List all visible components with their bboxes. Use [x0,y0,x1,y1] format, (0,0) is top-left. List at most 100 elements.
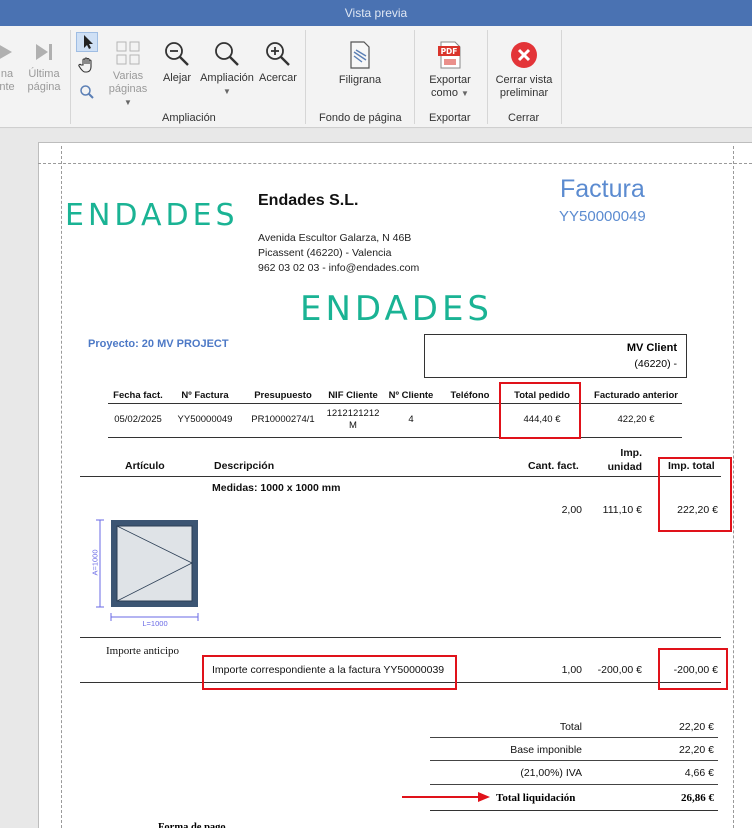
items-divider [80,637,721,638]
project-label: Proyecto: 20 MV PROJECT [88,338,229,350]
col-header-nif: NIF Cliente [328,390,378,401]
group-label-zoom: Ampliación [162,112,216,124]
payment-method-label: Forma de pago [158,822,226,828]
table-divider [108,403,682,404]
company-logo-center: ENDADES [300,289,494,329]
close-icon [511,42,537,68]
pdf-icon: PDF [438,41,461,69]
zoom-tool-button[interactable] [79,84,95,100]
grid-pages-icon [116,41,140,65]
arrow-annotation-icon [400,790,492,804]
item-cant: 2,00 [561,504,582,516]
highlight-advance-description [202,655,457,690]
base-label: Base imponible [510,744,582,756]
items-header-imp-unidad: Imp. unidad [607,447,642,473]
chevron-down-icon: ▼ [223,87,231,96]
export-as-button[interactable]: PDF Exportar como ▼ [420,40,480,100]
window-title: Vista previa [0,0,752,26]
close-preview-button[interactable]: Cerrar vista preliminar [490,40,558,100]
advance-cant: 1,00 [561,664,582,676]
highlight-total-pedido [499,382,581,439]
group-label-export: Exportar [429,112,471,124]
value-facturado-anterior: 422,20 € [617,414,655,425]
magnifier-icon [215,42,239,66]
totals-divider [430,737,718,738]
company-address: Avenida Escultor Galarza, N 46B Picassen… [258,232,420,274]
margin-guide [61,146,62,828]
total-label: Total [559,721,582,733]
cursor-arrow-icon [84,35,93,49]
value-nif: 1212121212 M [326,408,380,431]
iva-label: (21,00%) IVA [520,767,582,779]
item-measures: Medidas: 1000 x 1000 mm [212,482,341,494]
value-presupuesto: PR10000274/1 [251,414,315,425]
chevron-down-icon: ▼ [461,89,469,98]
totals-divider [430,810,718,811]
client-postal: (46220) - [634,358,677,370]
company-name: Endades S.L. [258,192,359,209]
items-divider [80,476,721,477]
watermark-button[interactable]: Filigrana [330,40,390,87]
item-unit-price: 111,10 € [602,504,642,516]
window-drawing [86,516,206,632]
zoom-in-icon [266,42,290,66]
total-value: 22,20 € [678,721,714,733]
client-box [424,334,687,378]
highlight-advance-total [658,648,728,690]
company-logo: ENDADES [65,198,239,233]
zoom-in-button[interactable]: Acercar [256,40,300,85]
client-name: MV Client [626,342,677,354]
iva-value: 4,66 € [684,767,714,779]
totals-divider [430,760,718,761]
invoice-title: Factura [560,175,645,203]
hand-tool-button[interactable] [78,56,96,74]
zoom-out-button[interactable]: Alejar [158,40,196,85]
base-value: 22,20 € [678,744,714,756]
zoom-button[interactable]: Ampliación ▼ [198,40,256,98]
margin-guide [38,163,752,164]
dimension-width: L=1000 [142,619,168,628]
margin-guide [733,146,734,828]
ribbon-separator [305,30,306,124]
ribbon-separator [561,30,562,124]
hand-icon [78,57,92,73]
previous-page-button[interactable]: na nte [0,40,18,94]
table-divider [108,437,682,438]
multiple-pages-button[interactable]: Varias páginas ▼ [104,40,152,109]
items-header-articulo: Artículo [125,460,165,472]
col-header-fecha: Fecha fact. [113,390,163,401]
chevron-down-icon: ▼ [124,98,132,107]
pdf-badge: PDF [441,47,458,56]
small-zoom-icon [80,85,94,99]
play-icon [0,45,12,59]
last-page-icon [36,44,52,60]
col-header-facturado: Facturado anterior [594,390,678,401]
total-liquidacion-value: 26,86 € [681,792,714,804]
items-header-descripcion: Descripción [214,460,275,472]
col-header-presupuesto: Presupuesto [254,390,312,401]
zoom-out-icon [165,42,189,66]
value-fecha: 05/02/2025 [114,414,162,425]
totals-divider [430,784,718,785]
pointer-tool-button[interactable] [76,32,98,52]
advance-unit: -200,00 € [597,664,642,676]
advance-section-label: Importe anticipo [106,645,180,657]
ribbon-separator [70,30,71,124]
last-page-button[interactable]: Última página [24,40,64,94]
dimension-height: A=1000 [90,549,100,576]
items-header-cant: Cant. fact. [528,460,579,472]
total-liquidacion-label: Total liquidación [496,792,576,804]
value-factura: YY50000049 [177,414,233,425]
invoice-number: YY50000049 [559,208,646,225]
col-header-factura: Nº Factura [181,390,229,401]
ribbon-separator [414,30,415,124]
highlight-item-total [658,457,732,532]
group-label-close: Cerrar [508,112,540,124]
ribbon-toolbar: na nte Última página Varias páginas ▼ Al… [0,26,752,128]
col-header-telefono: Teléfono [450,390,490,401]
col-header-cliente: Nº Cliente [388,390,434,401]
ribbon-separator [487,30,488,124]
watermark-page-icon [350,41,370,69]
value-cliente: 4 [408,414,414,425]
group-label-background: Fondo de página [319,112,402,124]
